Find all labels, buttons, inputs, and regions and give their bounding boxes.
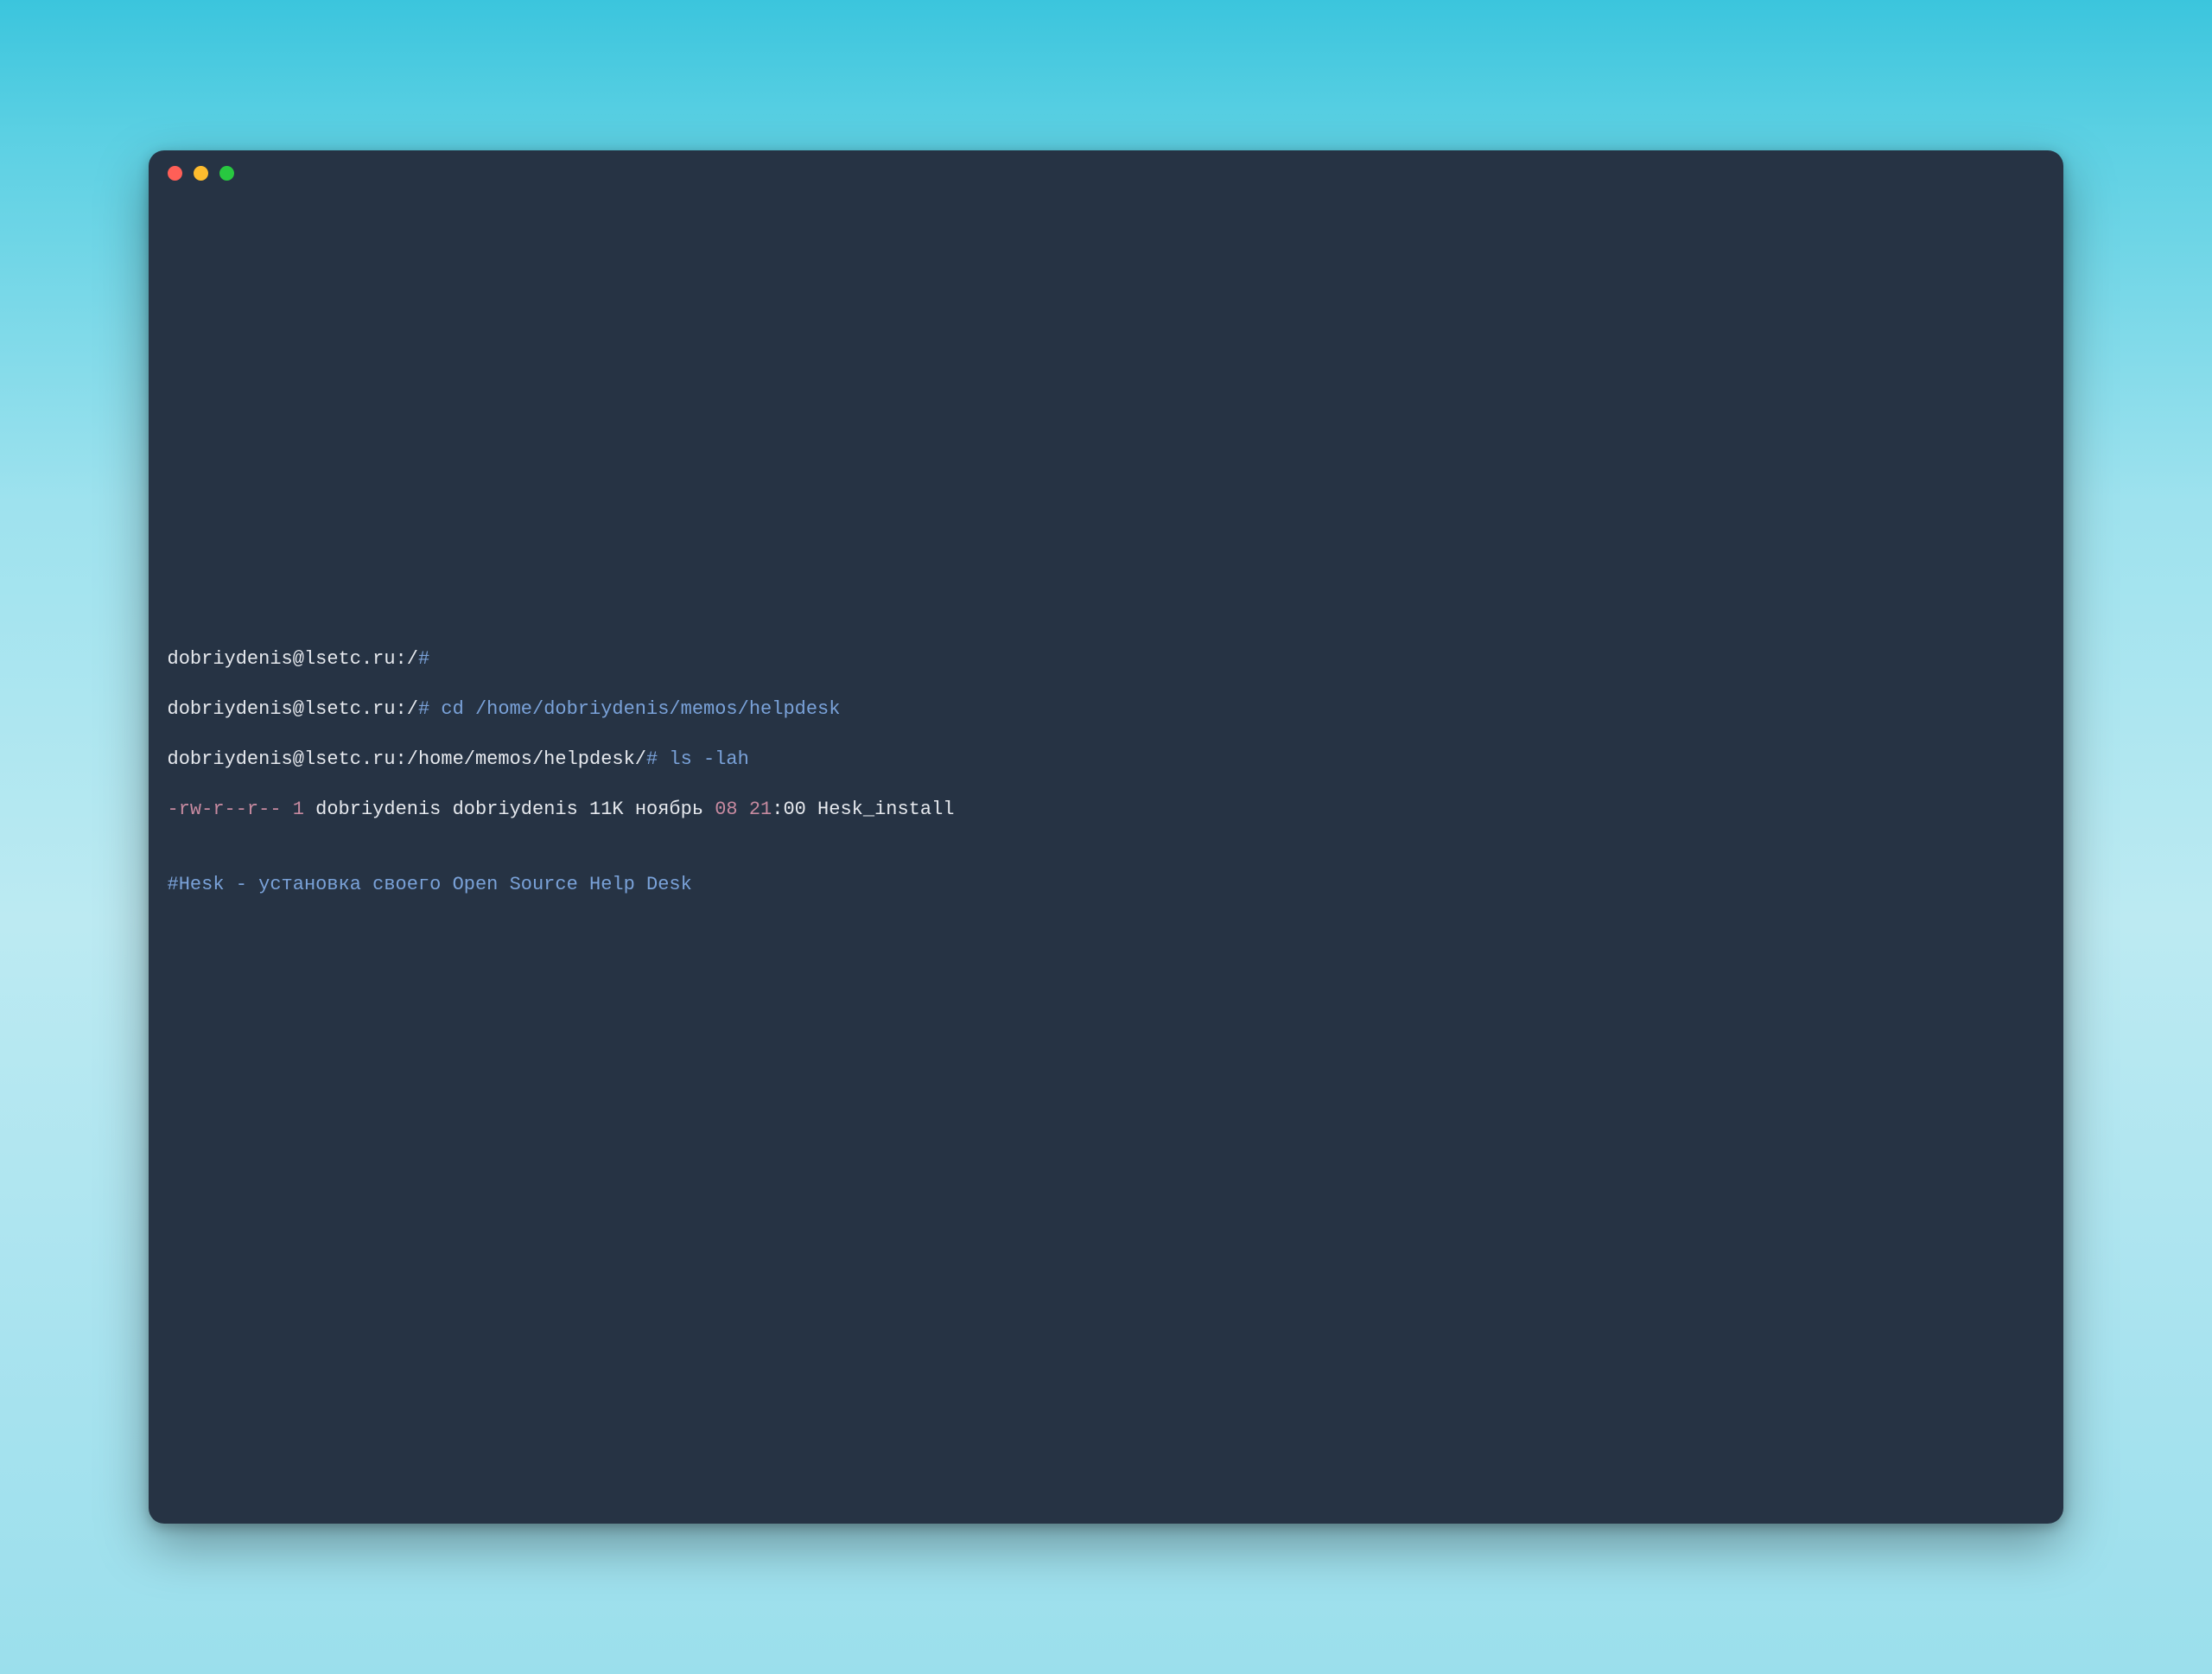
terminal-line: -rw-r--r-- 1 dobriydenis dobriydenis 11K…	[168, 797, 2045, 822]
terminal-line: dobriydenis@lsetc.ru:/home/memos/helpdes…	[168, 747, 2045, 772]
prompt-hash: #	[418, 648, 429, 670]
terminal-empty-area	[168, 195, 2045, 621]
terminal-line: dobriydenis@lsetc.ru:/# cd /home/dobriyd…	[168, 697, 2045, 722]
titlebar	[149, 150, 2064, 195]
ls-rest: :00 Hesk_install	[772, 799, 954, 820]
ls-links: 1	[293, 799, 304, 820]
ls-space	[738, 799, 749, 820]
ls-hour: 21	[749, 799, 772, 820]
prompt-text: dobriydenis@lsetc.ru:/	[168, 698, 418, 720]
prompt-text: dobriydenis@lsetc.ru:/home/memos/helpdes…	[168, 748, 647, 770]
terminal-window[interactable]: dobriydenis@lsetc.ru:/# dobriydenis@lset…	[149, 150, 2064, 1523]
ls-owner-size-month: dobriydenis dobriydenis 11K ноябрь	[304, 799, 715, 820]
window-close-button[interactable]	[168, 166, 182, 181]
terminal-line: dobriydenis@lsetc.ru:/#	[168, 646, 2045, 672]
terminal-body[interactable]: dobriydenis@lsetc.ru:/# dobriydenis@lset…	[149, 195, 2064, 1523]
ls-day: 08	[715, 799, 737, 820]
ls-perm: -rw-r--r--	[168, 799, 293, 820]
command-text: # ls -lah	[646, 748, 749, 770]
window-minimize-button[interactable]	[194, 166, 208, 181]
prompt-text: dobriydenis@lsetc.ru:/	[168, 648, 418, 670]
terminal-comment-line: #Hesk - установка своего Open Source Hel…	[168, 872, 2045, 897]
terminal-lines: dobriydenis@lsetc.ru:/# dobriydenis@lset…	[168, 621, 2045, 946]
window-zoom-button[interactable]	[219, 166, 234, 181]
command-text: # cd /home/dobriydenis/memos/helpdesk	[418, 698, 840, 720]
